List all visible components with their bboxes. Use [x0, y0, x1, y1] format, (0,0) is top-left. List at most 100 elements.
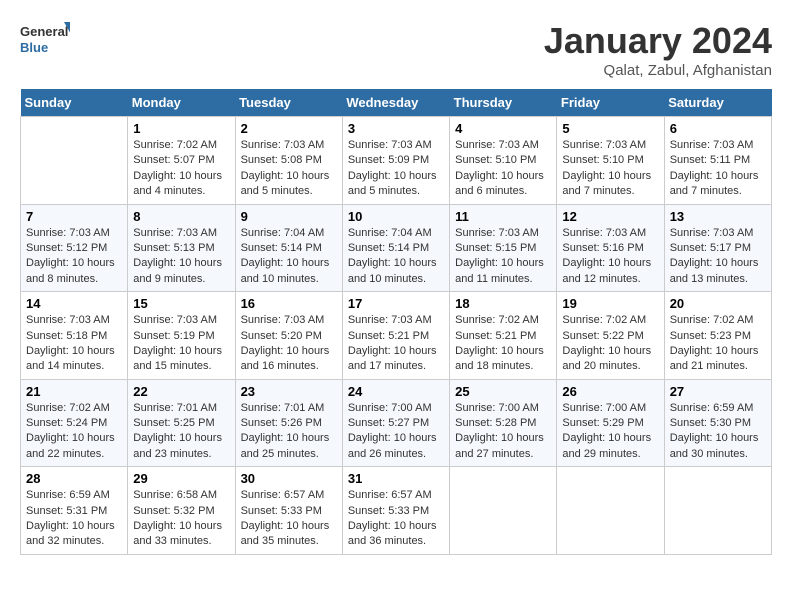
calendar-cell: 27Sunrise: 6:59 AM Sunset: 5:30 PM Dayli… [664, 379, 771, 467]
calendar-cell: 25 Sunrise: 7:00 AM Sunset: 5:28 PM Dayli… [450, 379, 557, 467]
day-info: Sunrise: 7:01 AM Sunset: 5:25 PM Dayligh… [133, 401, 229, 463]
calendar-cell: 17 Sunrise: 7:03 AM Sunset: 5:21 PM Dayli… [342, 292, 449, 380]
day-number: 27 [670, 384, 766, 399]
day-number: 26 [562, 384, 658, 399]
day-info: Sunrise: 7:04 AM Sunset: 5:14 PM Dayligh… [348, 226, 444, 288]
day-number: 7 [26, 209, 122, 224]
day-info: Sunrise: 6:59 AM Sunset: 5:31 PM Dayligh… [26, 488, 122, 550]
calendar-cell: 31 Sunrise: 6:57 AM Sunset: 5:33 PM Dayli… [342, 467, 449, 555]
calendar-table: SundayMondayTuesdayWednesdayThursdayFrid… [20, 89, 772, 555]
day-info: Sunrise: 7:02 AM Sunset: 5:21 PM Dayligh… [455, 313, 551, 375]
day-number: 29 [133, 471, 229, 486]
svg-text:General: General [20, 24, 68, 39]
calendar-cell: 11Sunrise: 7:03 AM Sunset: 5:15 PM Dayli… [450, 204, 557, 292]
day-number: 3 [348, 121, 444, 136]
calendar-cell: 5Sunrise: 7:03 AM Sunset: 5:10 PM Daylig… [557, 117, 664, 205]
weekday-header-saturday: Saturday [664, 89, 771, 117]
calendar-cell: 4 Sunrise: 7:03 AM Sunset: 5:10 PM Daylig… [450, 117, 557, 205]
day-number: 1 [133, 121, 229, 136]
day-info: Sunrise: 7:03 AM Sunset: 5:10 PM Dayligh… [455, 138, 551, 200]
day-number: 14 [26, 296, 122, 311]
day-number: 23 [241, 384, 337, 399]
calendar-cell: 6 Sunrise: 7:03 AM Sunset: 5:11 PM Daylig… [664, 117, 771, 205]
day-number: 13 [670, 209, 766, 224]
calendar-cell: 13 Sunrise: 7:03 AM Sunset: 5:17 PM Dayli… [664, 204, 771, 292]
day-number: 22 [133, 384, 229, 399]
day-info: Sunrise: 7:03 AM Sunset: 5:18 PM Dayligh… [26, 313, 122, 375]
logo-icon: General Blue [20, 20, 70, 60]
day-info: Sunrise: 6:57 AM Sunset: 5:33 PM Dayligh… [348, 488, 444, 550]
calendar-cell [664, 467, 771, 555]
day-info: Sunrise: 7:02 AM Sunset: 5:24 PM Dayligh… [26, 401, 122, 463]
day-info: Sunrise: 7:00 AM Sunset: 5:29 PM Dayligh… [562, 401, 658, 463]
calendar-cell: 15Sunrise: 7:03 AM Sunset: 5:19 PM Dayli… [128, 292, 235, 380]
day-info: Sunrise: 7:03 AM Sunset: 5:16 PM Dayligh… [562, 226, 658, 288]
day-info: Sunrise: 7:02 AM Sunset: 5:07 PM Dayligh… [133, 138, 229, 200]
calendar-cell: 30Sunrise: 6:57 AM Sunset: 5:33 PM Dayli… [235, 467, 342, 555]
weekday-header-tuesday: Tuesday [235, 89, 342, 117]
calendar-cell: 28 Sunrise: 6:59 AM Sunset: 5:31 PM Dayli… [21, 467, 128, 555]
day-number: 10 [348, 209, 444, 224]
day-info: Sunrise: 7:03 AM Sunset: 5:19 PM Dayligh… [133, 313, 229, 375]
title-block: January 2024 Qalat, Zabul, Afghanistan [544, 20, 772, 79]
calendar-cell: 16 Sunrise: 7:03 AM Sunset: 5:20 PM Dayli… [235, 292, 342, 380]
day-number: 31 [348, 471, 444, 486]
calendar-cell: 18 Sunrise: 7:02 AM Sunset: 5:21 PM Dayli… [450, 292, 557, 380]
calendar-cell: 9 Sunrise: 7:04 AM Sunset: 5:14 PM Daylig… [235, 204, 342, 292]
weekday-header-sunday: Sunday [21, 89, 128, 117]
calendar-cell: 23 Sunrise: 7:01 AM Sunset: 5:26 PM Dayli… [235, 379, 342, 467]
calendar-cell [450, 467, 557, 555]
day-number: 18 [455, 296, 551, 311]
day-number: 19 [562, 296, 658, 311]
day-number: 4 [455, 121, 551, 136]
day-info: Sunrise: 7:03 AM Sunset: 5:20 PM Dayligh… [241, 313, 337, 375]
calendar-cell [21, 117, 128, 205]
day-info: Sunrise: 6:58 AM Sunset: 5:32 PM Dayligh… [133, 488, 229, 550]
day-info: Sunrise: 7:02 AM Sunset: 5:23 PM Dayligh… [670, 313, 766, 375]
day-info: Sunrise: 7:01 AM Sunset: 5:26 PM Dayligh… [241, 401, 337, 463]
day-number: 17 [348, 296, 444, 311]
day-info: Sunrise: 7:03 AM Sunset: 5:08 PM Dayligh… [241, 138, 337, 200]
weekday-header-friday: Friday [557, 89, 664, 117]
day-number: 12 [562, 209, 658, 224]
day-number: 30 [241, 471, 337, 486]
day-number: 16 [241, 296, 337, 311]
day-info: Sunrise: 7:03 AM Sunset: 5:15 PM Dayligh… [455, 226, 551, 288]
weekday-header-wednesday: Wednesday [342, 89, 449, 117]
day-info: Sunrise: 7:03 AM Sunset: 5:13 PM Dayligh… [133, 226, 229, 288]
day-info: Sunrise: 7:00 AM Sunset: 5:28 PM Dayligh… [455, 401, 551, 463]
day-info: Sunrise: 7:00 AM Sunset: 5:27 PM Dayligh… [348, 401, 444, 463]
calendar-cell [557, 467, 664, 555]
day-info: Sunrise: 7:03 AM Sunset: 5:09 PM Dayligh… [348, 138, 444, 200]
calendar-cell: 2 Sunrise: 7:03 AM Sunset: 5:08 PM Daylig… [235, 117, 342, 205]
calendar-cell: 8Sunrise: 7:03 AM Sunset: 5:13 PM Daylig… [128, 204, 235, 292]
weekday-header-thursday: Thursday [450, 89, 557, 117]
location-subtitle: Qalat, Zabul, Afghanistan [544, 62, 772, 79]
day-info: Sunrise: 7:03 AM Sunset: 5:10 PM Dayligh… [562, 138, 658, 200]
day-number: 2 [241, 121, 337, 136]
calendar-cell: 21Sunrise: 7:02 AM Sunset: 5:24 PM Dayli… [21, 379, 128, 467]
calendar-cell: 29 Sunrise: 6:58 AM Sunset: 5:32 PM Dayli… [128, 467, 235, 555]
day-info: Sunrise: 7:02 AM Sunset: 5:22 PM Dayligh… [562, 313, 658, 375]
day-number: 28 [26, 471, 122, 486]
calendar-cell: 10 Sunrise: 7:04 AM Sunset: 5:14 PM Dayli… [342, 204, 449, 292]
calendar-cell: 1 Sunrise: 7:02 AM Sunset: 5:07 PM Daylig… [128, 117, 235, 205]
day-number: 24 [348, 384, 444, 399]
calendar-cell: 14 Sunrise: 7:03 AM Sunset: 5:18 PM Dayli… [21, 292, 128, 380]
weekday-header-monday: Monday [128, 89, 235, 117]
calendar-cell: 19 Sunrise: 7:02 AM Sunset: 5:22 PM Dayli… [557, 292, 664, 380]
day-number: 6 [670, 121, 766, 136]
logo: General Blue [20, 20, 70, 60]
svg-text:Blue: Blue [20, 40, 48, 55]
day-info: Sunrise: 7:03 AM Sunset: 5:12 PM Dayligh… [26, 226, 122, 288]
day-info: Sunrise: 7:03 AM Sunset: 5:17 PM Dayligh… [670, 226, 766, 288]
day-number: 25 [455, 384, 551, 399]
page-header: General Blue January 2024 Qalat, Zabul, … [20, 20, 772, 79]
day-info: Sunrise: 7:03 AM Sunset: 5:21 PM Dayligh… [348, 313, 444, 375]
day-info: Sunrise: 7:04 AM Sunset: 5:14 PM Dayligh… [241, 226, 337, 288]
calendar-cell: 3 Sunrise: 7:03 AM Sunset: 5:09 PM Daylig… [342, 117, 449, 205]
calendar-cell: 24 Sunrise: 7:00 AM Sunset: 5:27 PM Dayli… [342, 379, 449, 467]
day-number: 9 [241, 209, 337, 224]
day-info: Sunrise: 7:03 AM Sunset: 5:11 PM Dayligh… [670, 138, 766, 200]
month-title: January 2024 [544, 20, 772, 62]
